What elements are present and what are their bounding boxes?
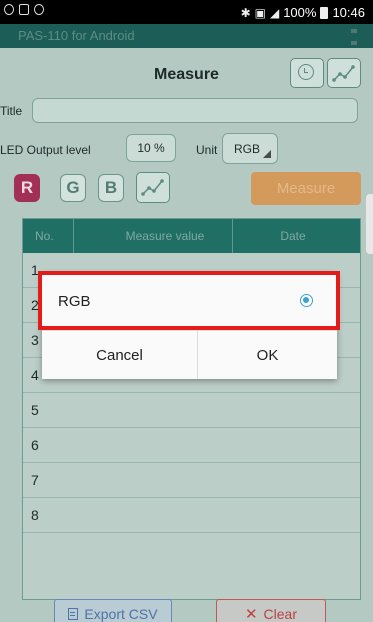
header-divider [232, 219, 233, 253]
bluetooth-icon: ✱ [240, 5, 251, 20]
highlight-box [38, 271, 340, 330]
b-channel-button[interactable]: B [98, 174, 124, 202]
image-icon [19, 4, 29, 15]
graph-icon [332, 65, 355, 82]
graph-button[interactable] [327, 58, 361, 88]
header-measure-value: Measure value [125, 229, 205, 243]
app-bar: PAS-110 for Android [0, 24, 373, 48]
unit-dropdown[interactable]: RGB [222, 133, 278, 164]
row-number: 3 [31, 332, 39, 348]
r-channel-button[interactable]: R [14, 174, 40, 202]
title-field-label: Title [0, 104, 23, 118]
measure-button[interactable]: Measure [251, 172, 361, 205]
table-header: No. Measure value Date [23, 219, 360, 253]
unit-label: Unit [196, 143, 218, 157]
header-date: Date [280, 229, 306, 243]
battery-icon [320, 6, 329, 19]
phone-screen: ✱ ▣ ◢ 100% 10:46 PAS-110 for Android Mea… [0, 0, 373, 622]
signal-icon: ◢ [269, 5, 280, 20]
battery-percent: 100% [283, 5, 317, 20]
alarm-icon [34, 4, 44, 15]
export-csv-button[interactable]: Export CSV [54, 599, 172, 622]
table-row[interactable]: 5 [23, 393, 360, 428]
status-bar: ✱ ▣ ◢ 100% 10:46 [0, 0, 373, 24]
dropdown-arrow-icon [263, 150, 271, 158]
screen-header: Measure [0, 48, 373, 98]
shield-icon [4, 4, 14, 15]
row-number: 6 [31, 437, 39, 453]
clear-label: Clear [263, 606, 298, 622]
status-left-icons [4, 4, 44, 15]
table-row[interactable]: 6 [23, 428, 360, 463]
clear-button[interactable]: ✕ Clear [216, 599, 326, 622]
unit-dropdown-value: RGB [234, 142, 261, 156]
clock-time: 10:46 [332, 5, 365, 20]
overflow-menu-icon[interactable] [351, 29, 357, 45]
graph-icon [141, 179, 164, 196]
export-csv-label: Export CSV [84, 606, 158, 622]
document-icon [68, 608, 79, 620]
title-input[interactable] [32, 98, 358, 123]
row-number: 4 [31, 367, 39, 383]
ok-button[interactable]: OK [198, 331, 337, 379]
clock-icon [298, 64, 314, 80]
app-name: PAS-110 for Android [18, 28, 135, 43]
status-right-icons: ✱ ▣ ◢ 100% 10:46 [241, 5, 365, 20]
close-icon: ✕ [244, 606, 258, 622]
nfc-icon: ▣ [254, 5, 266, 20]
table-row[interactable]: 8 [23, 498, 360, 533]
cancel-button[interactable]: Cancel [42, 331, 197, 379]
history-button[interactable] [290, 58, 324, 88]
edge-panel-handle[interactable] [366, 194, 373, 254]
table-row[interactable]: 7 [23, 463, 360, 498]
header-divider [73, 219, 74, 253]
led-output-field[interactable]: 10 % [126, 134, 176, 162]
channel-graph-button[interactable] [136, 172, 170, 203]
row-number: 8 [31, 507, 39, 523]
header-no: No. [35, 229, 54, 243]
row-number: 5 [31, 402, 39, 418]
row-number: 7 [31, 472, 39, 488]
led-output-label: LED Output level [0, 143, 91, 157]
g-channel-button[interactable]: G [60, 174, 86, 202]
